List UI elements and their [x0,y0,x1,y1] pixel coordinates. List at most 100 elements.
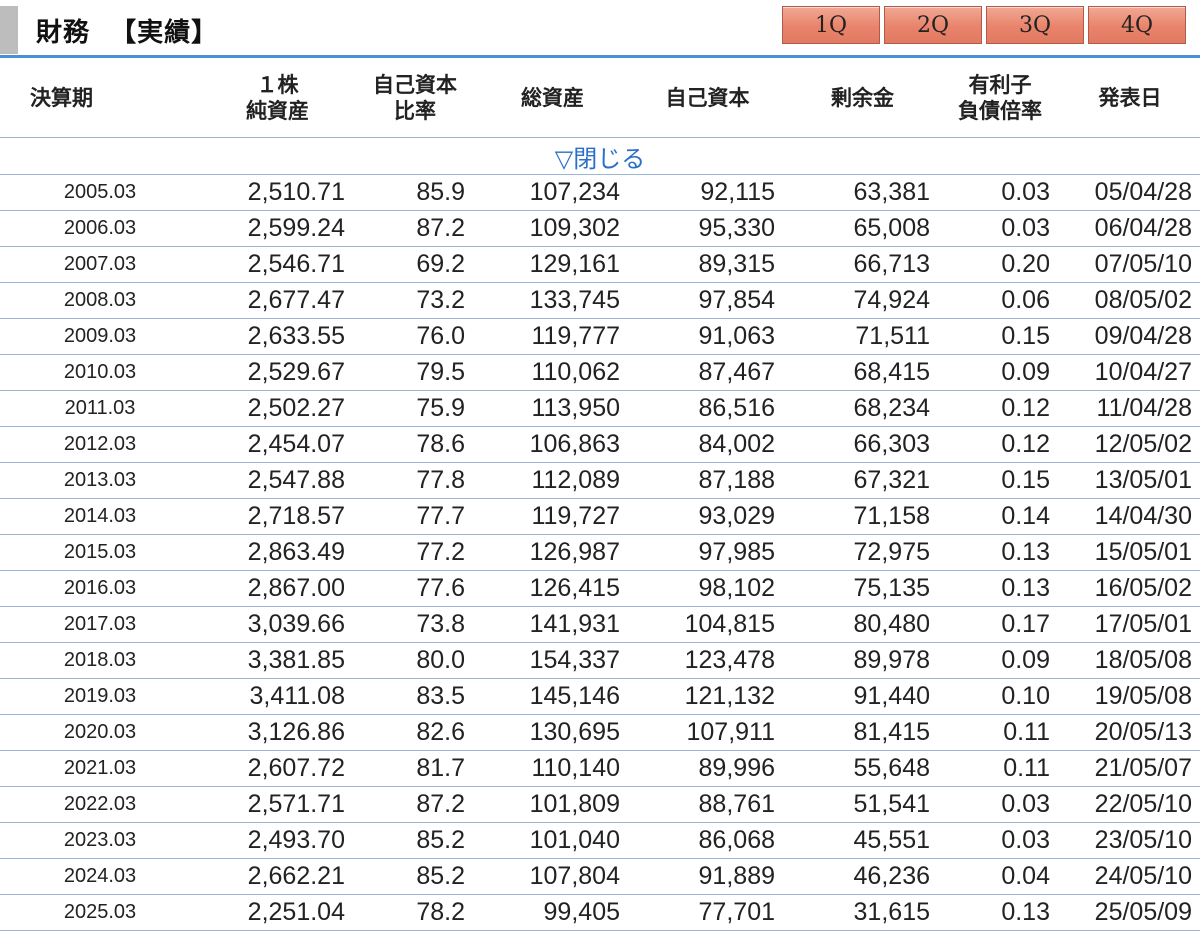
equity-ratio-cell: 87.2 [355,786,475,823]
table-row: 2009.03 2,633.55 76.0 119,777 91,063 71,511 0.… [0,318,1200,355]
equity-cell: 84,002 [630,426,785,463]
retained-earnings-cell: 72,975 [785,534,940,571]
retained-earnings-cell: 89,978 [785,642,940,679]
financial-results-table: 決算期 １株 純資産 自己資本 比率 総資産 自己資本 剰余金 有利子 負債倍率 [0,58,1200,931]
period-cell: 2010.03 [0,354,200,391]
total-assets-cell: 126,415 [475,570,630,607]
equity-cell: 91,063 [630,318,785,355]
bps-cell: 2,502.27 [200,390,355,427]
table-row: 2006.03 2,599.24 87.2 109,302 95,330 65,008 0.… [0,210,1200,247]
bps-cell: 2,529.67 [200,354,355,391]
column-header-retained-earnings: 剰余金 [785,58,940,138]
total-assets-cell: 119,727 [475,498,630,535]
equity-cell: 77,701 [630,894,785,931]
announcement-date-cell: 16/05/02 [1060,570,1200,607]
retained-earnings-cell: 74,924 [785,282,940,319]
announcement-date-cell: 11/04/28 [1060,390,1200,427]
tab-2q[interactable]: 2Q [884,6,982,44]
total-assets-cell: 99,405 [475,894,630,931]
total-assets-cell: 119,777 [475,318,630,355]
retained-earnings-cell: 66,303 [785,426,940,463]
announcement-date-cell: 23/05/10 [1060,822,1200,859]
bps-cell: 3,411.08 [200,678,355,715]
total-assets-cell: 113,950 [475,390,630,427]
total-assets-cell: 145,146 [475,678,630,715]
quarter-tabs: 1Q 2Q 3Q 4Q [778,6,1186,44]
period-cell: 2021.03 [0,750,200,787]
tab-4q[interactable]: 4Q [1088,6,1186,44]
bps-cell: 2,454.07 [200,426,355,463]
column-header-label: １株 [256,72,299,97]
total-assets-cell: 106,863 [475,426,630,463]
announcement-date-cell: 05/04/28 [1060,174,1200,211]
equity-ratio-cell: 81.7 [355,750,475,787]
column-header-label: 純資産 [246,98,309,123]
retained-earnings-cell: 46,236 [785,858,940,895]
table-row: 2021.03 2,607.72 81.7 110,140 89,996 55,648 0.… [0,750,1200,787]
bps-cell: 2,547.88 [200,462,355,499]
equity-cell: 91,889 [630,858,785,895]
announcement-date-cell: 09/04/28 [1060,318,1200,355]
period-cell: 2020.03 [0,714,200,751]
retained-earnings-cell: 75,135 [785,570,940,607]
retained-earnings-cell: 81,415 [785,714,940,751]
announcement-date-cell: 07/05/10 [1060,246,1200,283]
table-row: 2013.03 2,547.88 77.8 112,089 87,188 67,321 0.… [0,462,1200,499]
equity-ratio-cell: 85.2 [355,858,475,895]
collapse-toggle-link[interactable]: ▽閉じる [555,145,645,173]
total-assets-cell: 126,987 [475,534,630,571]
table-row: 2025.03 2,251.04 78.2 99,405 77,701 31,615 0.1… [0,894,1200,931]
bps-cell: 2,510.71 [200,174,355,211]
table-row: 2005.03 2,510.71 85.9 107,234 92,115 63,381 0.… [0,174,1200,211]
equity-cell: 86,068 [630,822,785,859]
equity-cell: 87,467 [630,354,785,391]
table-row: 2012.03 2,454.07 78.6 106,863 84,002 66,303 0.… [0,426,1200,463]
equity-ratio-cell: 85.2 [355,822,475,859]
equity-ratio-cell: 82.6 [355,714,475,751]
announcement-date-cell: 06/04/28 [1060,210,1200,247]
equity-cell: 88,761 [630,786,785,823]
equity-cell: 89,315 [630,246,785,283]
section-header: 財務 【実績】 1Q 2Q 3Q 4Q [0,0,1200,58]
equity-ratio-cell: 83.5 [355,678,475,715]
period-cell: 2007.03 [0,246,200,283]
period-cell: 2017.03 [0,606,200,643]
retained-earnings-cell: 68,234 [785,390,940,427]
debt-ratio-cell: 0.15 [940,462,1060,499]
bps-cell: 2,633.55 [200,318,355,355]
announcement-date-cell: 21/05/07 [1060,750,1200,787]
tab-1q[interactable]: 1Q [782,6,880,44]
announcement-date-cell: 15/05/01 [1060,534,1200,571]
period-cell: 2023.03 [0,822,200,859]
table-row: 2024.03 2,662.21 85.2 107,804 91,889 46,236 0.… [0,858,1200,895]
column-header-label: 剰余金 [831,85,894,110]
bps-cell: 2,662.21 [200,858,355,895]
total-assets-cell: 101,040 [475,822,630,859]
tab-3q[interactable]: 3Q [986,6,1084,44]
section-accent-bar [0,6,18,54]
bps-cell: 2,546.71 [200,246,355,283]
collapse-toggle-row: ▽閉じる [0,137,1200,175]
debt-ratio-cell: 0.17 [940,606,1060,643]
equity-cell: 123,478 [630,642,785,679]
debt-ratio-cell: 0.20 [940,246,1060,283]
total-assets-cell: 107,804 [475,858,630,895]
bps-cell: 2,677.47 [200,282,355,319]
bps-cell: 2,571.71 [200,786,355,823]
debt-ratio-cell: 0.12 [940,390,1060,427]
column-header-label: 決算期 [30,85,93,110]
debt-ratio-cell: 0.10 [940,678,1060,715]
retained-earnings-cell: 63,381 [785,174,940,211]
debt-ratio-cell: 0.03 [940,210,1060,247]
bps-cell: 2,251.04 [200,894,355,931]
equity-ratio-cell: 77.8 [355,462,475,499]
equity-ratio-cell: 80.0 [355,642,475,679]
bps-cell: 2,599.24 [200,210,355,247]
equity-cell: 98,102 [630,570,785,607]
bps-cell: 3,381.85 [200,642,355,679]
total-assets-cell: 110,140 [475,750,630,787]
column-header-label: 自己資本 [665,85,750,110]
column-header-label: 発表日 [1098,85,1162,110]
table-row: 2016.03 2,867.00 77.6 126,415 98,102 75,135 0.… [0,570,1200,607]
announcement-date-cell: 13/05/01 [1060,462,1200,499]
